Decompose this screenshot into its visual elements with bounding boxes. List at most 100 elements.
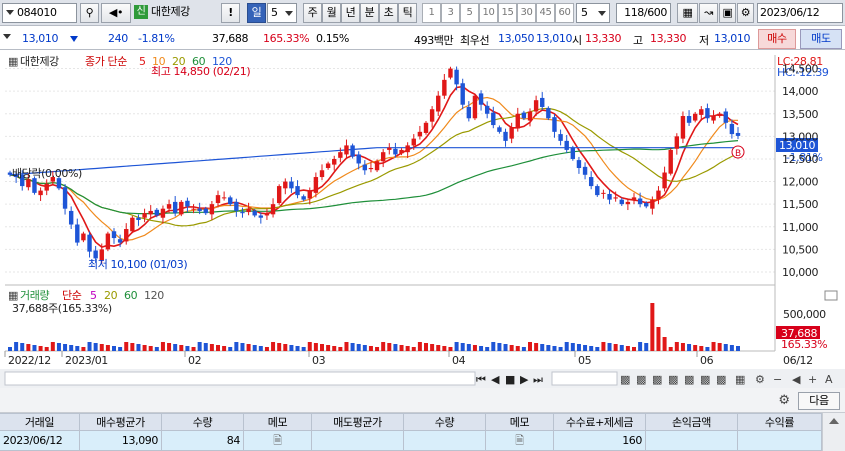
collapse-pane-button[interactable] <box>824 290 838 301</box>
candle-body <box>595 186 600 196</box>
zoom-out-button[interactable]: − <box>773 373 782 386</box>
search-icon: ⚲ <box>85 6 94 19</box>
scroll-prev-icon[interactable]: ⏮ <box>476 373 486 386</box>
candle-body <box>380 152 386 162</box>
cell-sell-qty[interactable] <box>404 431 486 451</box>
view-icon[interactable]: ▩ <box>652 373 662 386</box>
view-icon[interactable]: ▩ <box>700 373 710 386</box>
cell-return[interactable] <box>738 431 822 451</box>
price-axis-tick: 14,500 <box>782 63 818 76</box>
interval-5-button[interactable]: 5 <box>460 3 479 23</box>
period-second-button[interactable]: 초 <box>379 3 398 23</box>
candle-body <box>44 183 49 191</box>
candle-body <box>735 132 741 136</box>
candle-body <box>228 197 233 205</box>
period-minute-button[interactable]: 분 <box>360 3 379 23</box>
cell-fees[interactable]: 160 <box>554 431 646 451</box>
date-field[interactable]: 2023/06/12 <box>757 3 843 23</box>
zoom-track[interactable] <box>551 371 618 386</box>
play-back-icon[interactable]: ◀ <box>491 373 500 386</box>
alert-button[interactable]: ! <box>221 3 240 23</box>
gear-icon[interactable]: ⚙ <box>775 392 793 410</box>
auto-scale-button[interactable]: A <box>825 373 833 386</box>
scroll-up-icon[interactable] <box>829 418 839 424</box>
period-week-button[interactable]: 주 <box>303 3 322 23</box>
pin-icon[interactable]: ▦ <box>8 289 18 302</box>
gear-icon[interactable]: ⚙ <box>755 373 765 386</box>
stock-code-input[interactable]: 084010 <box>2 3 77 23</box>
interval-15-button[interactable]: 15 <box>498 3 517 23</box>
candle-body <box>503 131 508 141</box>
cell-buy-qty[interactable]: 84 <box>162 431 244 451</box>
stop-icon[interactable]: ■ <box>505 373 515 386</box>
search-button[interactable]: ⚲ <box>80 3 99 23</box>
volume-bar <box>136 344 141 351</box>
price-axis-tick: 11,000 <box>782 221 818 234</box>
stock-chart[interactable]: ▦ 대한제강 종가 단순 5 10 20 60 120 LC:28.81 HC:… <box>0 51 845 388</box>
volume-bar <box>613 344 618 351</box>
grid-view-icon[interactable]: ▦ <box>735 373 745 386</box>
next-button[interactable]: 다음 <box>798 392 840 410</box>
table-scrollbar[interactable] <box>822 413 845 451</box>
scrollbar-track[interactable] <box>4 371 476 386</box>
period-year-button[interactable]: 년 <box>341 3 360 23</box>
candle-body <box>166 204 172 209</box>
interval-60-button[interactable]: 60 <box>555 3 574 23</box>
view-icon[interactable]: ▩ <box>620 373 630 386</box>
settings-button[interactable]: ⚙ <box>737 3 754 23</box>
period-month-button[interactable]: 월 <box>322 3 341 23</box>
volume-legend: 단순 <box>62 289 82 302</box>
candle-body <box>62 187 68 209</box>
volume-bar <box>417 342 422 351</box>
candle-body <box>356 154 361 164</box>
volume-bar <box>515 346 520 351</box>
period-day-button[interactable]: 일 <box>247 3 266 23</box>
candle-body <box>564 140 569 150</box>
play-fwd-icon[interactable]: ▶ <box>520 373 529 386</box>
volume-bar <box>356 344 361 351</box>
volume-bar <box>472 345 477 351</box>
period-tick-button[interactable]: 틱 <box>398 3 417 23</box>
candle-body <box>656 190 661 200</box>
memo-icon[interactable]: 🗎 <box>515 434 524 447</box>
interval-30-button[interactable]: 30 <box>517 3 536 23</box>
sell-button[interactable]: 매도 <box>800 29 842 49</box>
view-icon[interactable]: ▩ <box>716 373 726 386</box>
scroll-left-icon[interactable]: ◀ <box>792 373 801 386</box>
date-axis-end: 06/12 <box>783 354 813 367</box>
chart-tools-button[interactable]: ▦ <box>677 3 698 23</box>
interval-3-button[interactable]: 3 <box>441 3 460 23</box>
view-icon[interactable]: ▩ <box>668 373 678 386</box>
pin-icon[interactable]: ▦ <box>8 55 18 68</box>
cell-buy-memo[interactable]: 🗎 <box>244 431 312 451</box>
scroll-next-icon[interactable]: ⏭ <box>533 373 543 386</box>
cell-sell-memo[interactable]: 🗎 <box>486 431 554 451</box>
chevron-down-icon[interactable] <box>3 34 11 39</box>
period-count-select[interactable]: 5 <box>267 3 297 23</box>
interval-10-button[interactable]: 10 <box>479 3 498 23</box>
cell-profit[interactable] <box>646 431 738 451</box>
zoom-in-button[interactable]: + <box>808 373 817 386</box>
indicator-button[interactable]: ↝ <box>699 3 718 23</box>
volume-bar <box>650 303 655 351</box>
save-button[interactable]: ▣ <box>719 3 736 23</box>
cell-buy-avg[interactable]: 13,090 <box>80 431 162 451</box>
interval-1-button[interactable]: 1 <box>422 3 441 23</box>
interval-45-button[interactable]: 45 <box>536 3 555 23</box>
prev-next-stock-button[interactable]: ◀• <box>101 3 131 23</box>
cell-trade-date[interactable]: 2023/06/12 <box>0 431 80 451</box>
candle-body <box>240 212 245 214</box>
candle-body <box>399 149 404 154</box>
high-label: 고 <box>633 34 643 47</box>
buy-button[interactable]: 매수 <box>758 29 796 49</box>
volume-bar <box>619 345 624 351</box>
memo-icon[interactable]: 🗎 <box>273 434 282 447</box>
volume-bar <box>258 346 263 351</box>
volume-bar <box>405 346 410 351</box>
interval-select[interactable]: 5 <box>576 3 610 23</box>
date-label: 03 <box>312 354 326 367</box>
candle-count-field[interactable]: 118/600 <box>616 3 671 23</box>
cell-sell-avg[interactable] <box>312 431 404 451</box>
view-icon[interactable]: ▩ <box>684 373 694 386</box>
view-icon[interactable]: ▩ <box>636 373 646 386</box>
